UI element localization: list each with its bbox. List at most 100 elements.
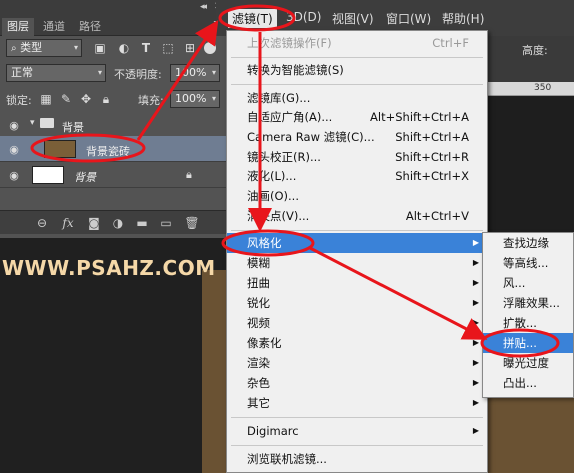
menu-item-render[interactable]: 渲染 ▶	[227, 353, 487, 373]
blend-mode-value: 正常	[11, 66, 33, 79]
submenu-arrow-icon: ▶	[472, 278, 479, 287]
menu-item-stylize[interactable]: 风格化 ▶	[227, 233, 487, 253]
menu-separator	[231, 230, 483, 231]
layers-panel-footer: ⊖ fx ◙ ◑ ▬ ▭ 🗑︎	[0, 210, 226, 234]
lock-icon: 🔒︎	[186, 168, 192, 181]
layer-row-background[interactable]: ◉ 背景 🔒︎	[0, 162, 226, 188]
link-layers-icon[interactable]: ⊖	[34, 215, 50, 231]
tab-paths[interactable]: 路径	[74, 18, 106, 36]
opacity-value: 100%	[175, 66, 207, 79]
lock-all-icon[interactable]: 🔒︎	[98, 91, 114, 107]
type-filter-icon[interactable]: T	[138, 40, 154, 56]
chevron-down-icon: ▾	[97, 68, 102, 77]
options-height-label: 高度:	[522, 44, 548, 57]
lock-position-icon[interactable]: ✥	[78, 91, 94, 107]
horizontal-ruler: 350	[482, 82, 574, 96]
menu-item-sharpen[interactable]: 锐化 ▶	[227, 293, 487, 313]
menu-separator	[231, 417, 483, 418]
submenu-item-trace-contour[interactable]: 等高线...	[483, 253, 573, 273]
menu-separator	[231, 57, 483, 58]
fill-field[interactable]: 100% ▾	[170, 90, 220, 108]
menu-item-convert-smart-filter[interactable]: 转换为智能滤镜(S)	[227, 60, 487, 80]
menu-item-vanishing-point[interactable]: 消失点(V)... Alt+Ctrl+V	[227, 206, 487, 226]
submenu-item-diffuse[interactable]: 扩散...	[483, 313, 573, 333]
submenu-item-solarize[interactable]: 曝光过度	[483, 353, 573, 373]
layer-filter-value: 类型	[20, 41, 43, 54]
submenu-item-wind[interactable]: 风...	[483, 273, 573, 293]
tab-channels[interactable]: 通道	[38, 18, 70, 36]
layer-row-selected[interactable]: ◉ 背景瓷砖	[0, 136, 226, 162]
chevron-down-icon: ▾	[211, 94, 216, 103]
trash-icon[interactable]: 🗑︎	[184, 215, 200, 231]
opacity-field[interactable]: 100% ▾	[170, 64, 220, 82]
fill-value: 100%	[175, 92, 207, 105]
menu-filter[interactable]: 滤镜(T)	[228, 9, 277, 28]
layer-row-group[interactable]: ◉ ▾ 背景	[0, 114, 226, 138]
menu-item-adaptive-wide-angle[interactable]: 自适应广角(A)... Alt+Shift+Ctrl+A	[227, 107, 487, 127]
menu-item-pixelate[interactable]: 像素化 ▶	[227, 333, 487, 353]
lock-transparent-icon[interactable]: ▦	[38, 91, 54, 107]
menu-item-lens-correction[interactable]: 镜头校正(R)... Shift+Ctrl+R	[227, 147, 487, 167]
shape-filter-icon[interactable]: ⬚	[160, 40, 176, 56]
menu-item-oil-paint[interactable]: 油画(O)...	[227, 186, 487, 206]
menu-window[interactable]: 窗口(W)	[386, 10, 431, 27]
adjustment-layer-icon[interactable]: ◑	[110, 215, 126, 231]
menu-item-blur[interactable]: 模糊 ▶	[227, 253, 487, 273]
menu-item-noise[interactable]: 杂色 ▶	[227, 373, 487, 393]
layer-name: 背景瓷砖	[86, 145, 130, 158]
chevron-down-icon[interactable]: ▾	[30, 118, 35, 128]
layer-name: 背景	[62, 121, 84, 134]
submenu-item-emboss[interactable]: 浮雕效果...	[483, 293, 573, 313]
layers-panel: ◂◂ ✕ 图层 通道 路径 ≡ ⌕ 类型 ▾ ▣ ◐ T ⬚ ⊞ 正常 ▾ 不透…	[0, 0, 226, 238]
menu-item-digimarc[interactable]: Digimarc ▶	[227, 421, 487, 441]
submenu-arrow-icon: ▶	[472, 338, 479, 347]
watermark-text: WWW.PSAHZ.COM	[2, 256, 216, 280]
menu-view[interactable]: 视图(V)	[332, 10, 374, 27]
submenu-item-extrude[interactable]: 凸出...	[483, 373, 573, 393]
adjustment-filter-icon[interactable]: ◐	[116, 40, 132, 56]
add-mask-icon[interactable]: ◙	[86, 215, 102, 231]
lock-pixels-icon[interactable]: ✎	[58, 91, 74, 107]
submenu-arrow-icon: ▶	[472, 258, 479, 267]
ruler-tick-350: 350	[534, 83, 552, 93]
menu-item-liquify[interactable]: 液化(L)... Shift+Ctrl+X	[227, 166, 487, 186]
panel-tabs: 图层 通道 路径 ≡	[0, 16, 226, 36]
opacity-label: 不透明度:	[114, 68, 162, 81]
filter-toggle-icon[interactable]	[204, 42, 216, 54]
submenu-arrow-icon: ▶	[472, 378, 479, 387]
eye-icon[interactable]: ◉	[8, 119, 20, 132]
chevron-down-icon: ▾	[211, 68, 216, 77]
menu-item-video[interactable]: 视频 ▶	[227, 313, 487, 333]
submenu-arrow-icon: ▶	[472, 298, 479, 307]
stylize-submenu: 查找边缘 等高线... 风... 浮雕效果... 扩散... 拼贴... 曝光过…	[482, 232, 574, 398]
menu-item-filter-gallery[interactable]: 滤镜库(G)...	[227, 88, 487, 108]
menu-item-browse-online[interactable]: 浏览联机滤镜...	[227, 449, 487, 469]
menu-item-distort[interactable]: 扭曲 ▶	[227, 273, 487, 293]
new-group-icon[interactable]: ▬	[134, 215, 150, 231]
layer-style-icon[interactable]: fx	[60, 215, 76, 231]
layer-filter-select[interactable]: ⌕ 类型 ▾	[6, 39, 82, 57]
submenu-item-find-edges[interactable]: 查找边缘	[483, 233, 573, 253]
menu-item-last-filter[interactable]: 上次滤镜操作(F) Ctrl+F	[227, 33, 487, 53]
submenu-arrow-icon: ▶	[472, 238, 479, 247]
menu-separator	[231, 84, 483, 85]
new-layer-icon[interactable]: ▭	[158, 215, 174, 231]
menu-help[interactable]: 帮助(H)	[442, 10, 484, 27]
chevron-down-icon: ▾	[73, 43, 78, 52]
layer-name: 背景	[74, 171, 96, 184]
submenu-arrow-icon: ▶	[472, 358, 479, 367]
menu-item-camera-raw[interactable]: Camera Raw 滤镜(C)... Shift+Ctrl+A	[227, 127, 487, 147]
tab-layers[interactable]: 图层	[2, 18, 34, 36]
menu-3d[interactable]: 3D(D)	[286, 10, 321, 24]
submenu-item-tiles[interactable]: 拼贴...	[483, 333, 573, 353]
layer-thumbnail	[44, 140, 76, 158]
collapse-icon[interactable]: ◂◂	[200, 2, 207, 12]
menu-item-other[interactable]: 其它 ▶	[227, 393, 487, 413]
submenu-arrow-icon: ▶	[472, 318, 479, 327]
submenu-arrow-icon: ▶	[472, 426, 479, 435]
pixel-filter-icon[interactable]: ▣	[92, 40, 108, 56]
eye-icon[interactable]: ◉	[8, 169, 20, 182]
blend-mode-select[interactable]: 正常 ▾	[6, 64, 106, 82]
smart-object-filter-icon[interactable]: ⊞	[182, 40, 198, 56]
eye-icon[interactable]: ◉	[8, 143, 20, 156]
